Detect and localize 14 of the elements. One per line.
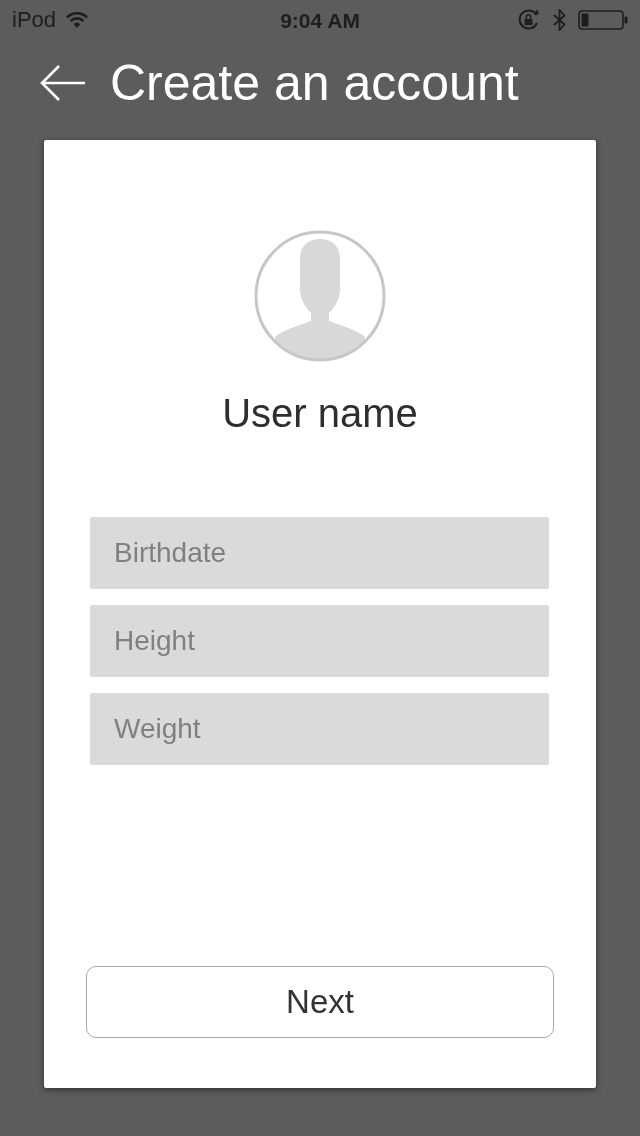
carrier-name: iPod bbox=[12, 9, 57, 31]
battery-icon bbox=[578, 10, 628, 30]
avatar-silhouette-icon bbox=[253, 229, 387, 363]
input-field[interactable]: Height bbox=[90, 605, 549, 677]
user-name: User name bbox=[222, 393, 418, 433]
bluetooth-icon bbox=[553, 9, 566, 31]
wifi-icon bbox=[66, 12, 89, 28]
next-button[interactable]: Next bbox=[86, 966, 554, 1038]
back-arrow-icon[interactable] bbox=[40, 64, 86, 102]
input-field[interactable]: Birthdate bbox=[90, 517, 549, 589]
input-field[interactable]: Weight bbox=[90, 693, 549, 765]
rotation-lock-icon bbox=[517, 9, 541, 31]
status-time: 9:04 AM bbox=[280, 9, 360, 31]
page-title: Create an account bbox=[110, 58, 519, 108]
